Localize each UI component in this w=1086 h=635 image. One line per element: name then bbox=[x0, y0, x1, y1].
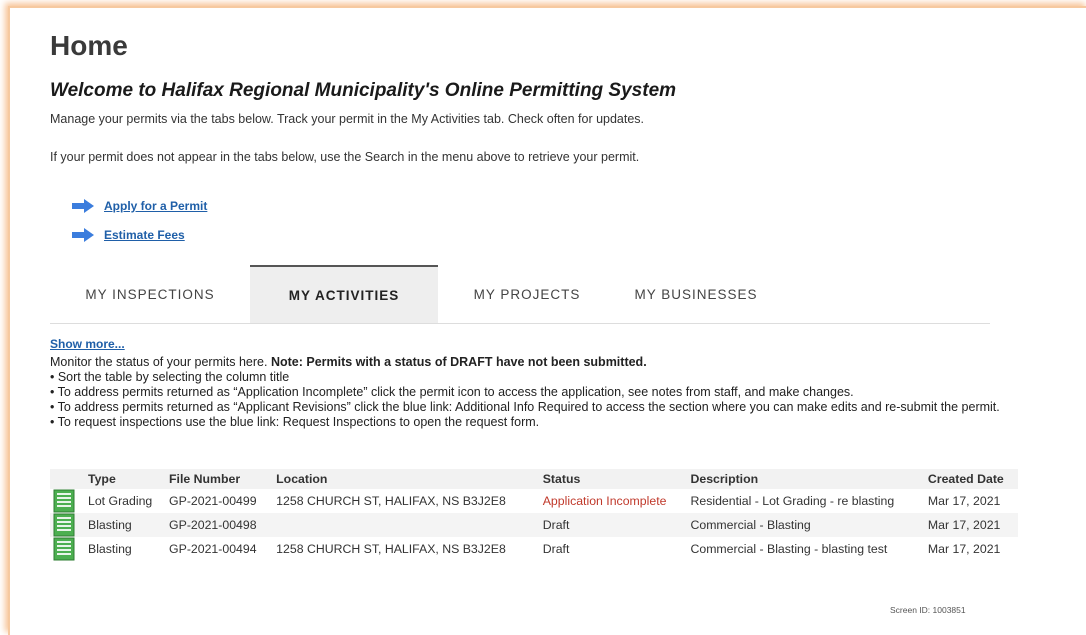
permit-document-icon[interactable] bbox=[53, 489, 75, 513]
intro-text-2: If your permit does not appear in the ta… bbox=[50, 150, 640, 164]
cell-status: Application Incomplete bbox=[542, 494, 667, 508]
draft-note: Note: Permits with a status of DRAFT hav… bbox=[270, 355, 647, 369]
column-type-header[interactable]: Type bbox=[84, 469, 166, 489]
intro-text-1: Manage your permits via the tabs below. … bbox=[50, 112, 645, 126]
instruction-bullet: • To address permits returned as “Applic… bbox=[50, 385, 854, 399]
monitor-line: Monitor the status of your permits here.… bbox=[50, 355, 1000, 370]
estimate-fees-link[interactable]: Estimate Fees bbox=[104, 228, 185, 242]
table-row: Blasting GP-2021-00498 Draft Commercial … bbox=[50, 513, 1018, 537]
cell-created-date: Mar 17, 2021 bbox=[923, 513, 1018, 537]
apply-for-permit-link[interactable]: Apply for a Permit bbox=[104, 199, 207, 213]
permit-document-icon[interactable] bbox=[53, 537, 75, 561]
activities-table: Type File Number Location Status Descrip… bbox=[50, 469, 1018, 561]
tab-my-projects[interactable]: MY PROJECTS bbox=[438, 265, 616, 323]
table-header-row: Type File Number Location Status Descrip… bbox=[50, 469, 1018, 489]
tab-bar: MY INSPECTIONS MY ACTIVITIES MY PROJECTS… bbox=[50, 265, 990, 324]
estimate-fees-link-row: Estimate Fees bbox=[72, 225, 185, 245]
cell-location: 1258 CHURCH ST, HALIFAX, NS B3J2E8 bbox=[276, 494, 506, 508]
instruction-bullet: • Sort the table by selecting the column… bbox=[50, 370, 290, 384]
permit-icon-cell[interactable] bbox=[50, 537, 84, 561]
cell-status: Draft bbox=[542, 542, 570, 556]
screen-id-label: Screen ID: 1003851 bbox=[890, 605, 966, 615]
monitor-text: Monitor the status of your permits here. bbox=[50, 355, 271, 369]
cell-type: Lot Grading bbox=[88, 494, 153, 508]
welcome-heading: Welcome to Halifax Regional Municipality… bbox=[50, 80, 677, 101]
permit-icon-cell[interactable] bbox=[50, 513, 84, 537]
column-created-date-header[interactable]: Created Date bbox=[923, 469, 1018, 489]
arrow-right-icon bbox=[72, 228, 94, 242]
cell-description: Commercial - Blasting bbox=[686, 513, 924, 537]
table-row: Blasting GP-2021-00494 1258 CHURCH ST, H… bbox=[50, 537, 1018, 561]
cell-created-date: Mar 17, 2021 bbox=[927, 494, 1001, 508]
page-frame: Home Welcome to Halifax Regional Municip… bbox=[8, 6, 1086, 635]
cell-location: 1258 CHURCH ST, HALIFAX, NS B3J2E8 bbox=[276, 542, 506, 556]
instruction-bullet: • To request inspections use the blue li… bbox=[50, 415, 540, 429]
cell-type: Blasting bbox=[88, 542, 132, 556]
cell-description: Residential - Lot Grading - re blasting bbox=[690, 494, 895, 508]
cell-file-number: GP-2021-00498 bbox=[165, 513, 273, 537]
table-row: Lot Grading GP-2021-00499 1258 CHURCH ST… bbox=[50, 489, 1018, 513]
permit-icon-cell[interactable] bbox=[50, 489, 84, 513]
activities-table-wrap: Type File Number Location Status Descrip… bbox=[50, 469, 1018, 561]
column-status-header[interactable]: Status bbox=[538, 469, 687, 489]
cell-type: Blasting bbox=[84, 513, 166, 537]
apply-permit-link-row: Apply for a Permit bbox=[72, 196, 207, 216]
activities-instructions: Monitor the status of your permits here.… bbox=[50, 355, 1000, 430]
tab-my-businesses[interactable]: MY BUSINESSES bbox=[616, 265, 776, 323]
cell-location bbox=[272, 513, 539, 537]
arrow-right-icon bbox=[72, 199, 94, 213]
page-title: Home bbox=[50, 30, 128, 61]
column-icon bbox=[50, 469, 84, 489]
tab-my-inspections[interactable]: MY INSPECTIONS bbox=[50, 265, 250, 323]
show-more-link[interactable]: Show more... bbox=[50, 337, 125, 351]
cell-file-number: GP-2021-00494 bbox=[169, 542, 257, 556]
cell-description: Commercial - Blasting - blasting test bbox=[690, 542, 888, 556]
column-file-number-header[interactable]: File Number bbox=[165, 469, 273, 489]
column-description-header[interactable]: Description bbox=[686, 469, 924, 489]
cell-created-date: Mar 17, 2021 bbox=[927, 542, 1001, 556]
cell-file-number: GP-2021-00499 bbox=[169, 494, 257, 508]
instruction-bullet: • To address permits returned as “Applic… bbox=[50, 400, 1000, 414]
tab-my-activities[interactable]: MY ACTIVITIES bbox=[250, 265, 438, 323]
permit-document-icon[interactable] bbox=[53, 513, 75, 537]
column-location-header[interactable]: Location bbox=[272, 469, 539, 489]
cell-status: Draft bbox=[538, 513, 687, 537]
